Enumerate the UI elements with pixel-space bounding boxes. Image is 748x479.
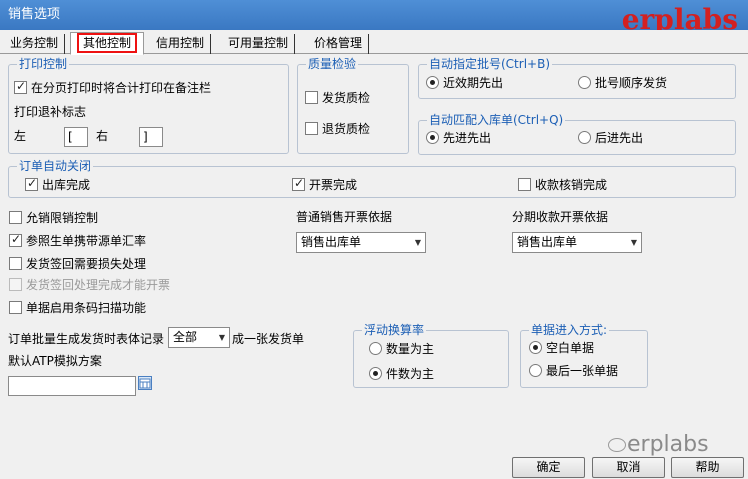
help-button[interactable]: 帮助 [671,457,744,478]
tab-credit-control[interactable]: 信用控制 [150,34,212,54]
batch-gen-suffix-label: 成一张发货单 [232,332,305,346]
float-pieces-radio[interactable] [369,367,382,380]
float-qty-radio[interactable] [369,342,382,355]
atp-label: 默认ATP模拟方案 [8,354,102,368]
float-pieces-label: 件数为主 [386,367,435,381]
chevron-down-icon: ▼ [218,333,225,342]
calendar-icon[interactable] [138,376,152,390]
installment-invoice-select[interactable]: 销售出库单 ▼ [512,232,642,253]
auto-close-group: 订单自动关闭 [8,158,736,198]
allow-limit-checkbox[interactable] [9,211,22,224]
doc-entry-legend: 单据进入方式: [529,322,610,338]
wechat-icon [608,438,626,452]
close-on-invoice-label: 开票完成 [309,178,358,192]
allow-limit-label: 允销限销控制 [26,211,99,225]
batch-option-sequence-radio[interactable] [578,76,591,89]
doc-entry-blank-radio[interactable] [529,341,542,354]
quality-legend: 质量检验 [306,56,359,72]
print-control-legend: 打印控制 [17,56,70,72]
tab-availability-control[interactable]: 可用量控制 [222,34,296,54]
batch-gen-prefix-label: 订单批量生成发货时表体记录 [8,332,165,346]
tab-price-management[interactable]: 价格管理 [308,34,370,54]
close-on-receipt-checkbox[interactable] [518,178,531,191]
barcode-label: 单据启用条码扫描功能 [26,301,147,315]
close-on-out-label: 出库完成 [42,178,91,192]
auto-close-legend: 订单自动关闭 [17,158,94,174]
ok-button[interactable]: 确定 [512,457,585,478]
ship-quality-label: 发货质检 [322,91,371,105]
left-mark-label: 左 [14,129,27,143]
ship-quality-checkbox[interactable] [305,91,318,104]
doc-entry-group: 单据进入方式: [520,322,648,388]
tab-bar: 业务控制 其他控制 信用控制 可用量控制 价格管理 [0,30,748,55]
ref-source-rate-checkbox[interactable] [9,232,22,247]
print-merge-checkbox[interactable] [14,79,27,94]
close-on-invoice-checkbox[interactable] [292,176,305,191]
watermark-bottom: erplabs [627,432,709,457]
batch-option-near-expiry-label: 近效期先出 [443,76,504,90]
left-mark-input[interactable]: [ [64,127,88,147]
match-fifo-radio[interactable] [426,131,439,144]
match-lifo-label: 后进先出 [595,131,644,145]
loss-process-checkbox[interactable] [9,257,22,270]
doc-entry-last-radio[interactable] [529,364,542,377]
doc-entry-last-label: 最后一张单据 [546,364,619,378]
right-mark-input[interactable]: ] [139,127,163,147]
ref-source-rate-label: 参照生单携带源单汇率 [26,234,147,248]
installment-invoice-label: 分期收款开票依据 [512,210,609,224]
float-rate-legend: 浮动换算率 [362,322,427,338]
batch-option-near-expiry-radio[interactable] [426,76,439,89]
sign-invoice-checkbox [9,278,22,291]
right-mark-label: 右 [96,129,109,143]
atp-input[interactable] [8,376,136,396]
batch-legend: 自动指定批号(Ctrl+B) [427,56,553,72]
quality-group: 质量检验 [297,56,409,154]
normal-invoice-label: 普通销售开票依据 [296,210,393,224]
print-merge-label: 在分页打印时将合计打印在备注栏 [31,81,212,95]
loss-process-label: 发货签回需要损失处理 [26,257,147,271]
chevron-down-icon: ▼ [414,238,421,247]
batch-option-sequence-label: 批号顺序发货 [595,76,668,90]
window-title: 销售选项 [8,7,61,22]
normal-invoice-select[interactable]: 销售出库单 ▼ [296,232,426,253]
close-on-out-checkbox[interactable] [25,176,38,191]
return-quality-checkbox[interactable] [305,122,318,135]
tab-other-control[interactable]: 其他控制 [70,32,145,55]
float-qty-label: 数量为主 [386,342,435,356]
batch-gen-select[interactable]: 全部 ▼ [168,327,230,348]
chevron-down-icon: ▼ [630,238,637,247]
return-quality-label: 退货质检 [322,122,371,136]
tab-business-control[interactable]: 业务控制 [4,34,66,54]
fill-mark-label: 打印退补标志 [14,105,87,119]
cancel-button[interactable]: 取消 [592,457,665,478]
doc-entry-blank-label: 空白单据 [546,341,595,355]
match-lifo-radio[interactable] [578,131,591,144]
match-fifo-label: 先进先出 [443,131,492,145]
close-on-receipt-label: 收款核销完成 [535,178,608,192]
sign-invoice-label: 发货签回处理完成才能开票 [26,278,171,292]
barcode-checkbox[interactable] [9,301,22,314]
match-legend: 自动匹配入库单(Ctrl+Q) [427,112,566,128]
